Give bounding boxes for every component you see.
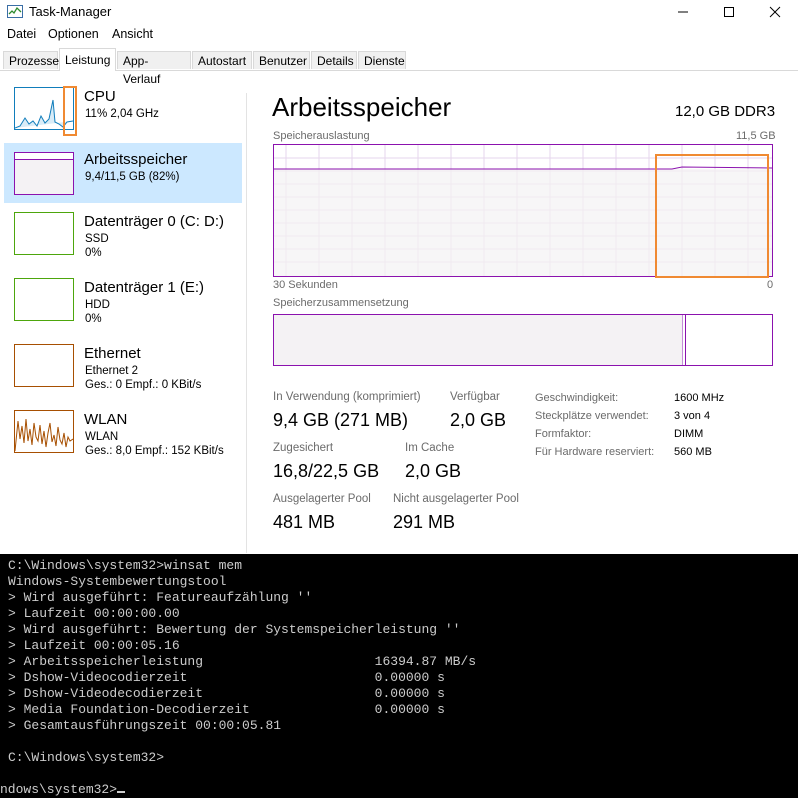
graph-min-label: 0: [767, 279, 774, 291]
sidebar-item-throughput: Ges.: 8,0 Empf.: 152 KBit/s: [85, 445, 224, 457]
tab-processes[interactable]: Prozesse: [3, 51, 59, 69]
console-line: > Wird ausgeführt: Featureaufzählung '': [8, 590, 313, 605]
page-title: Arbeitsspeicher: [272, 92, 452, 122]
available-label: Verfügbar: [450, 391, 500, 403]
committed-label: Zugesichert: [273, 442, 334, 454]
maximize-button[interactable]: [706, 0, 752, 24]
memory-type: 12,0 GB DDR3: [675, 103, 776, 120]
console-line: > Gesamtausführungszeit 00:00:05.81: [8, 718, 282, 733]
highlight-box: [655, 154, 769, 278]
console-window[interactable]: C:\Windows\system32>winsat mem Windows-S…: [0, 554, 798, 798]
nonpaged-pool-value: 291 MB: [393, 512, 456, 532]
disk-thumbnail-graph: [14, 278, 74, 321]
console-line: > Laufzeit 00:00:00.00: [8, 606, 180, 621]
console-line: C:\Windows\system32>winsat mem: [8, 558, 243, 573]
cached-value: 2,0 GB: [405, 461, 462, 481]
memory-thumbnail-graph: [14, 152, 74, 195]
sidebar-item-disk-1[interactable]: Datenträger 1 (E:) HDD 0%: [4, 273, 242, 333]
window-title: Task-Manager: [29, 4, 112, 19]
cursor: [117, 791, 126, 793]
graph-max-label: 11,5 GB: [736, 130, 776, 142]
tab-performance[interactable]: Leistung: [59, 48, 116, 71]
sidebar-item-disk-0[interactable]: Datenträger 0 (C: D:) SSD 0%: [4, 207, 242, 267]
committed-value: 16,8/22,5 GB: [273, 461, 380, 481]
sidebar-item-memory[interactable]: Arbeitsspeicher 9,4/11,5 GB (82%): [4, 143, 242, 203]
form-factor-label: Formfaktor:: [535, 428, 592, 440]
menu-options[interactable]: Optionen: [48, 27, 99, 41]
sidebar-item-cpu[interactable]: CPU 11% 2,04 GHz: [4, 82, 242, 142]
sidebar-item-name: WLAN: [84, 411, 128, 428]
sidebar-item-detail: SSD: [85, 233, 109, 245]
speed-value: 1600 MHz: [674, 392, 725, 404]
console-prompt: C:\Windows\system32>: [8, 750, 165, 765]
console-line: > Laufzeit 00:00:05.16: [8, 638, 180, 653]
available-value: 2,0 GB: [450, 410, 507, 430]
form-factor-value: DIMM: [674, 428, 704, 440]
tab-bar: Prozesse Leistung App-Verlauf Autostart …: [0, 48, 798, 86]
close-icon: [769, 6, 781, 18]
maximize-icon: [724, 7, 734, 17]
sidebar-item-name: Datenträger 1 (E:): [84, 279, 205, 296]
disk-thumbnail-graph: [14, 212, 74, 255]
ethernet-thumbnail-graph: [14, 344, 74, 387]
highlight-box: [63, 86, 77, 136]
sidebar-item-detail: HDD: [85, 299, 110, 311]
sidebar-divider: [246, 93, 247, 553]
paged-pool-label: Ausgelagerter Pool: [273, 493, 371, 505]
tab-startup[interactable]: Autostart: [192, 51, 252, 69]
sidebar-item-name: Ethernet: [84, 345, 141, 362]
minimize-icon: [678, 11, 688, 13]
wlan-thumbnail-graph: [14, 410, 74, 453]
menu-view[interactable]: Ansicht: [112, 27, 153, 41]
slots-value: 3 von 4: [674, 410, 711, 422]
console-line: > Wird ausgeführt: Bewertung der Systems…: [8, 622, 461, 637]
sidebar-item-usage: 0%: [85, 313, 102, 325]
speed-label: Geschwindigkeit:: [535, 392, 619, 404]
hardware-reserved-value: 560 MB: [674, 446, 712, 458]
graph-label: Speicherauslastung: [273, 130, 370, 142]
sidebar-item-name: CPU: [84, 88, 116, 105]
console-line: Windows-Systembewertungstool: [8, 574, 227, 589]
close-button[interactable]: [752, 0, 798, 24]
paged-pool-value: 481 MB: [273, 512, 336, 532]
sidebar-item-usage: 0%: [85, 247, 102, 259]
sidebar-item-name: Arbeitsspeicher: [84, 151, 188, 168]
menu-file[interactable]: Datei: [7, 27, 36, 41]
tab-users[interactable]: Benutzer: [253, 51, 310, 69]
console-line: > Media Foundation-Decodierzeit 0.00000 …: [8, 702, 445, 717]
sidebar-item-detail: 11% 2,04 GHz: [85, 108, 159, 120]
console-line: > Arbeitsspeicherleistung 16394.87 MB/s: [8, 654, 477, 669]
console-line: > Dshow-Videocodierzeit 0.00000 s: [8, 670, 445, 685]
tab-app-history[interactable]: App-Verlauf: [117, 51, 191, 86]
graph-time-label: 30 Sekunden: [273, 279, 338, 291]
in-use-label: In Verwendung (komprimiert): [273, 391, 421, 403]
memory-composition-bar: [273, 314, 773, 366]
sidebar-item-throughput: Ges.: 0 Empf.: 0 KBit/s: [85, 379, 202, 391]
title-bar[interactable]: Task-Manager: [0, 0, 798, 24]
task-manager-icon: [7, 5, 23, 18]
minimize-button[interactable]: [660, 0, 706, 24]
tab-details[interactable]: Details: [311, 51, 357, 69]
in-use-value: 9,4 GB (271 MB): [273, 410, 409, 430]
console-line: > Dshow-Videodecodierzeit 0.00000 s: [8, 686, 445, 701]
hardware-reserved-label: Für Hardware reserviert:: [535, 446, 655, 458]
tab-services[interactable]: Dienste: [358, 51, 406, 69]
sidebar-item-name: Datenträger 0 (C: D:): [84, 213, 225, 230]
sidebar-item-ethernet[interactable]: Ethernet Ethernet 2 Ges.: 0 Empf.: 0 KBi…: [4, 339, 242, 399]
nonpaged-pool-label: Nicht ausgelagerter Pool: [393, 493, 519, 505]
sidebar-item-detail: 9,4/11,5 GB (82%): [85, 171, 180, 183]
sidebar-item-detail: Ethernet 2: [85, 365, 139, 377]
cached-label: Im Cache: [405, 442, 455, 454]
sidebar-item-detail: WLAN: [85, 431, 119, 443]
composition-label: Speicherzusammensetzung: [273, 297, 409, 309]
console-prompt[interactable]: ndows\system32>: [0, 782, 126, 797]
slots-label: Steckplätze verwendet:: [535, 410, 649, 422]
sidebar-item-wlan[interactable]: WLAN WLAN Ges.: 8,0 Empf.: 152 KBit/s: [4, 405, 242, 465]
